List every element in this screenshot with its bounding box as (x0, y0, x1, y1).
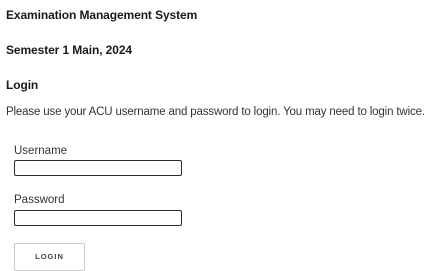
login-button[interactable]: LOGIN (14, 243, 85, 271)
system-title: Examination Management System (6, 8, 198, 22)
login-heading: Login (6, 78, 39, 92)
username-field[interactable] (14, 160, 182, 176)
password-field[interactable] (14, 210, 182, 226)
password-label: Password (14, 194, 65, 206)
login-instructions: Please use your ACU username and passwor… (6, 106, 425, 118)
semester-title: Semester 1 Main, 2024 (6, 43, 132, 57)
username-label: Username (14, 145, 68, 157)
